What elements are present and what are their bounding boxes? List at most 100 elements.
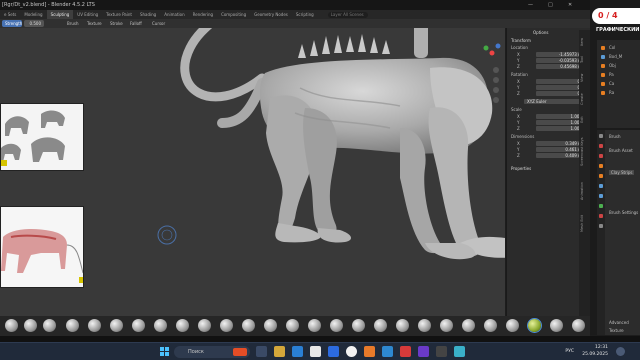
strength-field[interactable]: 0.500: [24, 20, 44, 27]
rotation-z-field[interactable]: Z0°: [511, 91, 584, 97]
telegram-icon[interactable]: [382, 346, 393, 357]
brush-thumbnail[interactable]: [176, 319, 189, 332]
tool-icon[interactable]: [599, 134, 603, 138]
dimensions-z-field[interactable]: Z 0.409 m: [511, 153, 584, 159]
scene-icon[interactable]: [599, 164, 603, 168]
store-icon[interactable]: [310, 346, 321, 357]
options-dropdown[interactable]: Options: [511, 30, 584, 36]
brush-thumbnail[interactable]: [66, 319, 79, 332]
texture-menu[interactable]: Texture: [87, 20, 102, 27]
sidebar-tab-create[interactable]: Create: [580, 88, 589, 110]
app-icon[interactable]: [418, 346, 429, 357]
task-view-icon[interactable]: [256, 346, 267, 357]
outliner-item[interactable]: Bod_M: [609, 54, 622, 59]
outliner-item[interactable]: Obj: [609, 63, 616, 68]
falloff-menu[interactable]: Falloff: [130, 20, 142, 27]
cursor-menu[interactable]: Cursor: [152, 20, 165, 27]
sidebar-tab-mesh-edit[interactable]: Mesh Edit: [580, 208, 589, 238]
brush-thumbnail[interactable]: [484, 319, 497, 332]
modifier-icon[interactable]: [599, 184, 603, 188]
brush-thumbnail[interactable]: [154, 319, 167, 332]
transform-header[interactable]: Transform: [511, 38, 584, 44]
notification-icon[interactable]: [616, 347, 625, 356]
properties-header[interactable]: Properties: [511, 166, 584, 172]
tab-animation[interactable]: Animation: [160, 10, 188, 19]
file-sets-menu[interactable]: e Sets: [0, 10, 20, 19]
blender-icon[interactable]: [364, 346, 375, 357]
brush-thumbnail[interactable]: [132, 319, 145, 332]
scale-z-field[interactable]: Z 1.000: [511, 126, 584, 132]
texture-icon[interactable]: [599, 224, 603, 228]
brush-thumbnail-selected[interactable]: [528, 319, 541, 332]
brush-name-field[interactable]: Clay Strips: [609, 170, 635, 175]
reference-image-anatomy[interactable]: [0, 206, 84, 288]
reference-image-skeletons[interactable]: [0, 103, 84, 171]
tab-scripting[interactable]: Scripting: [292, 10, 318, 19]
brush-thumbnail[interactable]: [264, 319, 277, 332]
sidebar-tab-view[interactable]: View: [580, 70, 589, 86]
layer-search-input[interactable]: Layer All Scenes: [327, 11, 368, 18]
tab-geometry-nodes[interactable]: Geometry Nodes: [250, 10, 292, 19]
file-explorer-icon[interactable]: [274, 346, 285, 357]
brush-thumbnail[interactable]: [5, 319, 18, 332]
brush-thumbnail[interactable]: [418, 319, 431, 332]
3d-viewport[interactable]: [0, 28, 505, 335]
brush-menu[interactable]: Brush: [67, 20, 79, 27]
brush-thumbnail[interactable]: [24, 319, 37, 332]
brush-thumbnail[interactable]: [330, 319, 343, 332]
edge-icon[interactable]: [292, 346, 303, 357]
brush-thumbnail[interactable]: [242, 319, 255, 332]
outliner-item[interactable]: Ra: [609, 90, 614, 95]
output-icon[interactable]: [599, 154, 603, 158]
tab-sculpting[interactable]: Sculpting: [46, 10, 74, 19]
texture-header[interactable]: Texture: [609, 328, 624, 333]
brush-thumbnail[interactable]: [43, 319, 56, 332]
tab-compositing[interactable]: Compositing: [217, 10, 250, 19]
outliner-item[interactable]: Pa: [609, 72, 614, 77]
brush-thumbnail[interactable]: [550, 319, 563, 332]
sidebar-tab-tool[interactable]: Tool: [580, 52, 589, 68]
tab-shading[interactable]: Shading: [136, 10, 160, 19]
outliner-item[interactable]: Col: [609, 45, 615, 50]
sidebar-tab-animation[interactable]: Animation: [580, 176, 589, 206]
brush-thumbnail[interactable]: [286, 319, 299, 332]
sidebar-tab-item[interactable]: Item: [580, 34, 589, 50]
brush-thumbnail[interactable]: [396, 319, 409, 332]
mail-icon[interactable]: [328, 346, 339, 357]
sidebar-tab-edit[interactable]: Edit: [580, 112, 589, 128]
language-indicator[interactable]: РУС: [560, 349, 574, 355]
brush-asset-header[interactable]: Brush Asset: [609, 148, 633, 153]
advanced-header[interactable]: Advanced: [609, 320, 629, 325]
tab-modeling[interactable]: Modeling: [20, 10, 46, 19]
brush-thumbnail[interactable]: [352, 319, 365, 332]
rotation-mode-select[interactable]: XYZ Euler: [511, 99, 584, 105]
brush-thumbnail[interactable]: [220, 319, 233, 332]
tab-uv-editing[interactable]: UV Editing: [73, 10, 102, 19]
stroke-menu[interactable]: Stroke: [110, 20, 123, 27]
brush-thumbnail[interactable]: [88, 319, 101, 332]
data-icon[interactable]: [599, 204, 603, 208]
app-icon[interactable]: [454, 346, 465, 357]
clock-time[interactable]: 12:31: [578, 345, 608, 351]
brush-thumbnail[interactable]: [462, 319, 475, 332]
tab-texture-paint[interactable]: Texture Paint: [102, 10, 136, 19]
chrome-icon[interactable]: [346, 346, 357, 357]
brush-thumbnail[interactable]: [440, 319, 453, 332]
taskbar-search-input[interactable]: Поиск: [174, 346, 250, 358]
physics-icon[interactable]: [599, 194, 603, 198]
app-icon[interactable]: [400, 346, 411, 357]
tab-rendering[interactable]: Rendering: [189, 10, 217, 19]
brush-thumbnail[interactable]: [506, 319, 519, 332]
brush-thumbnail[interactable]: [198, 319, 211, 332]
windows-start-icon[interactable]: [160, 347, 170, 357]
sidebar-tab-screencast-keys[interactable]: Screencast Keys: [580, 130, 589, 174]
brush-thumbnail[interactable]: [374, 319, 387, 332]
render-icon[interactable]: [599, 144, 603, 148]
object-icon[interactable]: [599, 174, 603, 178]
brush-settings-header[interactable]: Brush Settings: [609, 210, 638, 215]
app-icon[interactable]: [436, 346, 447, 357]
location-z-field[interactable]: Z 0.45698 m: [511, 64, 584, 70]
clock-date[interactable]: 25.09.2025: [578, 352, 608, 358]
brush-thumbnail[interactable]: [308, 319, 321, 332]
material-icon[interactable]: [599, 214, 603, 218]
